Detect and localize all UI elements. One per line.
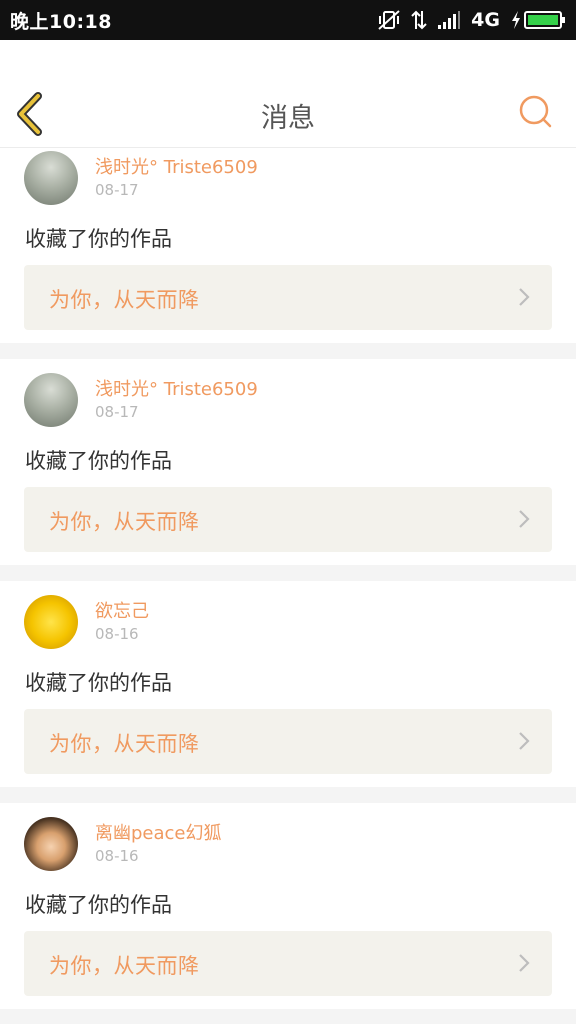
work-card[interactable]: 为你，从天而降 bbox=[24, 487, 552, 552]
notification-date: 08-16 bbox=[95, 847, 139, 865]
notification-item: 欲忘己 08-16 收藏了你的作品 为你，从天而降 bbox=[0, 581, 576, 803]
chevron-right-icon bbox=[519, 954, 530, 972]
notification-date: 08-17 bbox=[95, 403, 139, 421]
avatar[interactable] bbox=[24, 151, 78, 205]
header: 消息 bbox=[0, 40, 576, 148]
avatar[interactable] bbox=[24, 817, 78, 871]
work-card[interactable]: 为你，从天而降 bbox=[24, 931, 552, 996]
search-button[interactable] bbox=[518, 94, 554, 130]
work-card[interactable]: 为你，从天而降 bbox=[24, 709, 552, 774]
notification-date: 08-17 bbox=[95, 181, 139, 199]
action-text: 收藏了你的作品 bbox=[25, 893, 172, 917]
search-icon bbox=[519, 95, 552, 128]
username[interactable]: 欲忘己 bbox=[95, 597, 149, 623]
signal-icon bbox=[437, 10, 461, 30]
work-card[interactable]: 为你，从天而降 bbox=[24, 265, 552, 330]
avatar[interactable] bbox=[24, 595, 78, 649]
notification-item: 离幽peace幻狐 08-16 收藏了你的作品 为你，从天而降 bbox=[0, 803, 576, 1024]
work-title: 为你，从天而降 bbox=[49, 288, 200, 312]
screen: 晚上10:18 4G 消息 浅时光° Triste6509 08-17 收藏了你… bbox=[0, 0, 576, 1024]
vibrate-off-icon bbox=[377, 9, 401, 31]
username[interactable]: 浅时光° Triste6509 bbox=[95, 153, 258, 179]
work-title: 为你，从天而降 bbox=[49, 510, 200, 534]
chevron-right-icon bbox=[519, 288, 530, 306]
status-icons: 4G bbox=[377, 9, 566, 31]
notification-item: 浅时光° Triste6509 08-17 收藏了你的作品 为你，从天而降 bbox=[0, 359, 576, 581]
battery-charging-icon bbox=[510, 10, 566, 30]
chevron-right-icon bbox=[519, 510, 530, 528]
notification-date: 08-16 bbox=[95, 625, 139, 643]
status-bar: 晚上10:18 4G bbox=[0, 0, 576, 40]
action-text: 收藏了你的作品 bbox=[25, 227, 172, 251]
work-title: 为你，从天而降 bbox=[49, 732, 200, 756]
status-time: 晚上10:18 bbox=[10, 10, 112, 33]
data-transfer-icon bbox=[411, 9, 427, 31]
page-title: 消息 bbox=[261, 103, 315, 134]
chevron-right-icon bbox=[519, 732, 530, 750]
action-text: 收藏了你的作品 bbox=[25, 671, 172, 695]
work-title: 为你，从天而降 bbox=[49, 954, 200, 978]
username[interactable]: 离幽peace幻狐 bbox=[95, 819, 222, 845]
action-text: 收藏了你的作品 bbox=[25, 449, 172, 473]
notification-list[interactable]: 浅时光° Triste6509 08-17 收藏了你的作品 为你，从天而降 浅时… bbox=[0, 148, 576, 1024]
username[interactable]: 浅时光° Triste6509 bbox=[95, 375, 258, 401]
notification-item: 浅时光° Triste6509 08-17 收藏了你的作品 为你，从天而降 bbox=[0, 148, 576, 359]
avatar[interactable] bbox=[24, 373, 78, 427]
network-type: 4G bbox=[471, 9, 500, 31]
